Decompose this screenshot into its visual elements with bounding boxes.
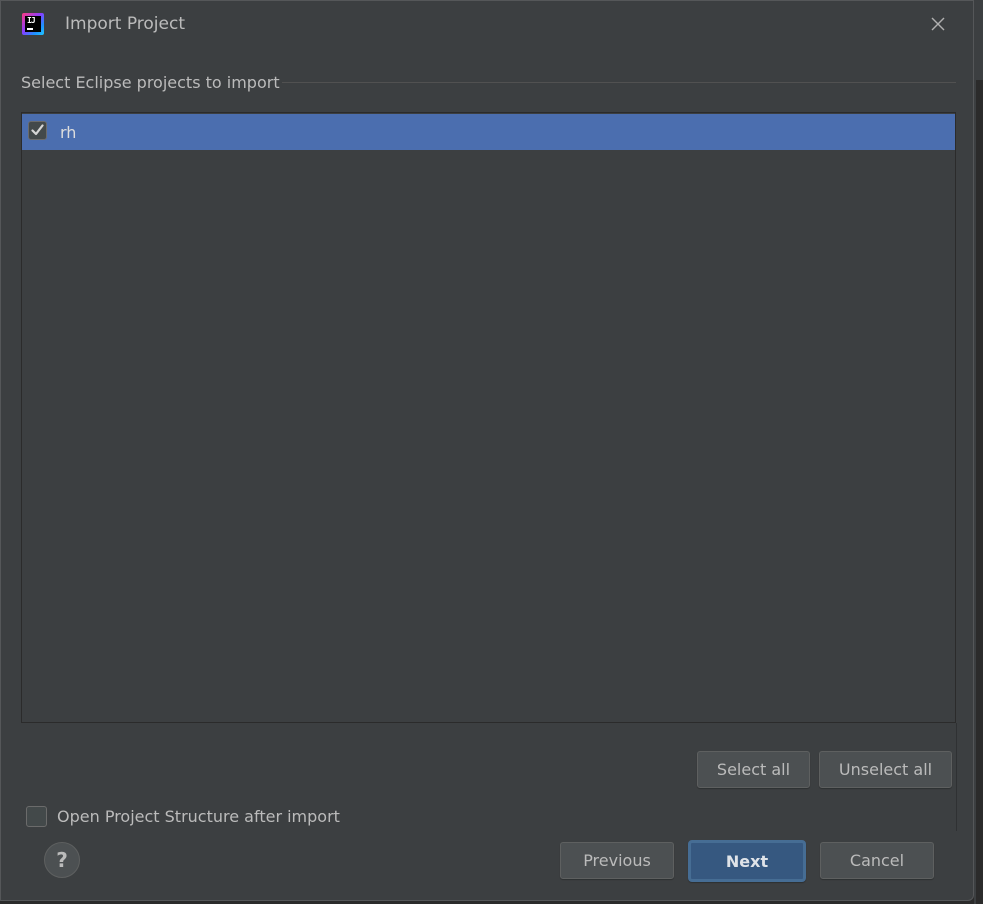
panel-divider [956, 723, 957, 831]
cancel-button[interactable]: Cancel [820, 842, 934, 879]
project-checkbox[interactable] [28, 121, 47, 140]
dialog-title: Import Project [65, 14, 185, 34]
previous-button[interactable]: Previous [560, 842, 674, 879]
close-button[interactable] [927, 13, 949, 35]
question-mark-icon: ? [56, 848, 68, 872]
checkmark-icon [31, 124, 44, 136]
unselect-all-button[interactable]: Unselect all [819, 751, 952, 788]
open-project-structure-label: Open Project Structure after import [57, 807, 340, 826]
background-window-edge [974, 0, 983, 904]
close-icon [931, 17, 945, 31]
project-name: rh [60, 123, 77, 142]
help-button[interactable]: ? [44, 842, 80, 878]
list-item[interactable]: rh [22, 114, 955, 150]
section-label: Select Eclipse projects to import [21, 73, 280, 92]
select-all-button[interactable]: Select all [697, 751, 810, 788]
app-icon-inner: IJ [25, 16, 41, 32]
section-separator [282, 82, 956, 83]
projects-list[interactable]: rh [21, 112, 956, 723]
open-project-structure-option[interactable]: Open Project Structure after import [26, 806, 340, 827]
open-project-structure-checkbox[interactable] [26, 806, 47, 827]
next-button[interactable]: Next [688, 840, 806, 882]
app-icon-letters: IJ [27, 16, 36, 25]
background-window-dark-area [976, 80, 983, 904]
app-icon-bar [27, 28, 33, 30]
intellij-idea-icon: IJ [22, 13, 44, 35]
import-project-dialog: IJ Import Project Select Eclipse project… [0, 0, 974, 901]
